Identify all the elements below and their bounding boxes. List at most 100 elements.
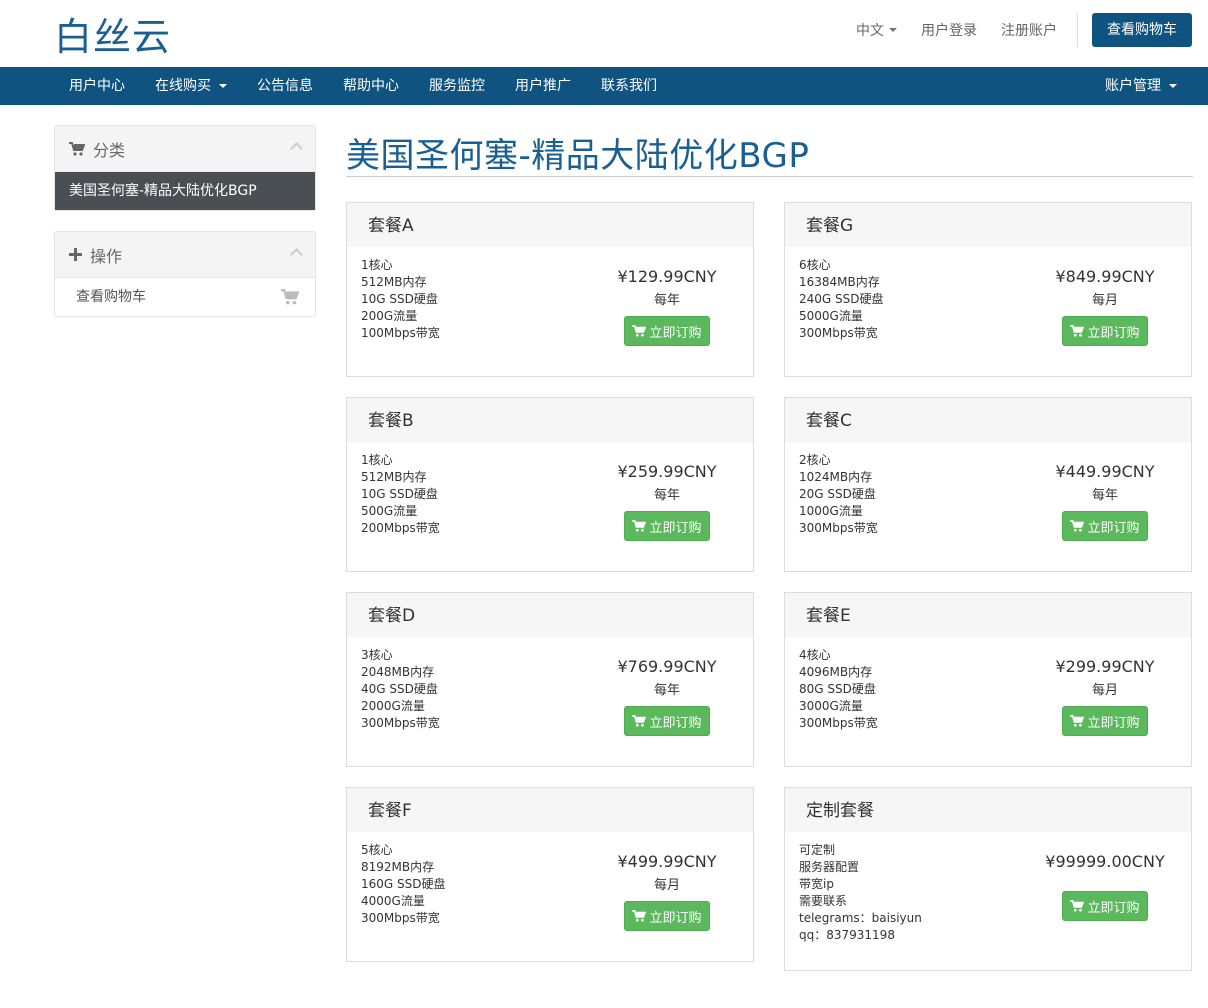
product-card: 套餐G 6核心 16384MB内存 240G SSD硬盘 5000G流量 300…	[784, 202, 1192, 377]
sidebar-view-cart-label: 查看购物车	[76, 289, 146, 305]
feature-item: 5核心	[361, 843, 393, 857]
cart-icon	[281, 289, 299, 305]
nav-announcements[interactable]: 公告信息	[242, 67, 328, 105]
cart-icon	[69, 141, 85, 156]
order-now-label: 立即订购	[1087, 520, 1140, 536]
order-now-label: 立即订购	[649, 910, 702, 926]
page-title: 美国圣何塞-精品大陆优化BGP	[346, 136, 810, 176]
feature-item: telegrams：baisiyun	[799, 911, 922, 925]
product-price: ¥769.99CNY	[617, 657, 717, 676]
feature-item: 300Mbps带宽	[799, 326, 878, 340]
product-name: 套餐D	[347, 593, 753, 637]
product-price: ¥849.99CNY	[1055, 267, 1155, 286]
feature-item: 10G SSD硬盘	[361, 292, 438, 306]
order-now-button[interactable]: 立即订购	[1062, 511, 1148, 541]
site-header: 白丝云 中文 用户登录 注册账户 查看购物车	[0, 0, 1208, 67]
price-box: ¥129.99CNY 每年 立即订购	[617, 267, 717, 346]
cart-icon	[632, 910, 647, 922]
feature-item: 100Mbps带宽	[361, 326, 440, 340]
chevron-up-icon[interactable]	[290, 142, 303, 155]
order-now-button[interactable]: 立即订购	[1062, 706, 1148, 736]
feature-item: 1核心	[361, 453, 393, 467]
price-box: ¥299.99CNY 每月 立即订购	[1055, 657, 1155, 736]
billing-cycle: 每年	[1091, 488, 1118, 503]
feature-item: 带宽ip	[799, 877, 834, 891]
order-now-label: 立即订购	[649, 520, 702, 536]
product-price: ¥299.99CNY	[1055, 657, 1155, 676]
feature-item: 160G SSD硬盘	[361, 877, 446, 891]
price-box: ¥499.99CNY 每月 立即订购	[617, 852, 717, 931]
nav-service-monitor[interactable]: 服务监控	[414, 67, 500, 105]
feature-item: 16384MB内存	[799, 275, 880, 289]
feature-item: 512MB内存	[361, 275, 427, 289]
caret-down-icon	[1169, 84, 1177, 88]
caret-down-icon	[889, 28, 897, 32]
billing-cycle: 每月	[1091, 683, 1118, 698]
actions-panel-header[interactable]: 操作	[55, 232, 315, 278]
feature-item: qq：837931198	[799, 928, 895, 942]
feature-item: 3000G流量	[799, 699, 863, 713]
cart-icon	[1070, 900, 1085, 912]
product-price: ¥449.99CNY	[1055, 462, 1155, 481]
order-now-label: 立即订购	[1087, 325, 1140, 341]
feature-item: 1000G流量	[799, 504, 863, 518]
categories-title: 分类	[93, 140, 126, 160]
nav-account-label: 账户管理	[1105, 78, 1161, 94]
register-link[interactable]: 注册账户	[1001, 20, 1057, 40]
cart-icon	[632, 715, 647, 727]
categories-panel-header[interactable]: 分类	[55, 126, 315, 172]
feature-list: 6核心 16384MB内存 240G SSD硬盘 5000G流量 300Mbps…	[799, 257, 884, 342]
order-now-button[interactable]: 立即订购	[624, 316, 710, 346]
feature-item: 500G流量	[361, 504, 418, 518]
feature-list: 1核心 512MB内存 10G SSD硬盘 500G流量 200Mbps带宽	[361, 452, 440, 537]
feature-item: 4核心	[799, 648, 831, 662]
nav-buy-online[interactable]: 在线购买	[140, 67, 242, 105]
product-card: 套餐A 1核心 512MB内存 10G SSD硬盘 200G流量 100Mbps…	[346, 202, 754, 377]
feature-list: 可定制 服务器配置 带宽ip 需要联系 telegrams：baisiyun q…	[799, 842, 922, 944]
view-cart-button[interactable]: 查看购物车	[1092, 13, 1192, 47]
feature-item: 4000G流量	[361, 894, 425, 908]
product-name: 套餐C	[785, 398, 1191, 442]
nav-user-center[interactable]: 用户中心	[54, 67, 140, 105]
billing-cycle: 每年	[653, 488, 680, 503]
feature-item: 300Mbps带宽	[799, 716, 878, 730]
product-card: 套餐E 4核心 4096MB内存 80G SSD硬盘 3000G流量 300Mb…	[784, 592, 1192, 767]
product-name: 套餐E	[785, 593, 1191, 637]
login-link[interactable]: 用户登录	[921, 20, 977, 40]
order-now-button[interactable]: 立即订购	[624, 706, 710, 736]
nav-help-center[interactable]: 帮助中心	[328, 67, 414, 105]
category-item-active[interactable]: 美国圣何塞-精品大陆优化BGP	[55, 172, 315, 210]
order-now-label: 立即订购	[649, 715, 702, 731]
billing-cycle: 每月	[1091, 293, 1118, 308]
language-dropdown[interactable]: 中文	[856, 20, 897, 40]
chevron-up-icon[interactable]	[290, 248, 303, 261]
feature-item: 512MB内存	[361, 470, 427, 484]
order-now-button[interactable]: 立即订购	[624, 901, 710, 931]
order-now-button[interactable]: 立即订购	[1062, 891, 1148, 921]
product-name: 套餐G	[785, 203, 1191, 247]
feature-item: 2000G流量	[361, 699, 425, 713]
caret-down-icon	[219, 84, 227, 88]
price-box: ¥449.99CNY 每年 立即订购	[1055, 462, 1155, 541]
feature-item: 200G流量	[361, 309, 418, 323]
nav-account-menu[interactable]: 账户管理	[1090, 67, 1192, 105]
feature-item: 5000G流量	[799, 309, 863, 323]
nav-affiliates[interactable]: 用户推广	[500, 67, 586, 105]
feature-item: 3核心	[361, 648, 393, 662]
cart-icon	[1070, 520, 1085, 532]
divider	[1077, 13, 1078, 47]
site-logo[interactable]: 白丝云	[54, 6, 171, 61]
feature-item: 80G SSD硬盘	[799, 682, 876, 696]
feature-item: 可定制	[799, 843, 836, 857]
feature-item: 200Mbps带宽	[361, 521, 440, 535]
product-name: 定制套餐	[785, 788, 1191, 832]
cart-icon	[632, 520, 647, 532]
nav-contact-us[interactable]: 联系我们	[586, 67, 672, 105]
billing-cycle: 每年	[653, 683, 680, 698]
sidebar-view-cart[interactable]: 查看购物车	[55, 278, 315, 316]
product-price: ¥499.99CNY	[617, 852, 717, 871]
feature-item: 300Mbps带宽	[799, 521, 878, 535]
order-now-button[interactable]: 立即订购	[1062, 316, 1148, 346]
order-now-button[interactable]: 立即订购	[624, 511, 710, 541]
feature-item: 20G SSD硬盘	[799, 487, 876, 501]
